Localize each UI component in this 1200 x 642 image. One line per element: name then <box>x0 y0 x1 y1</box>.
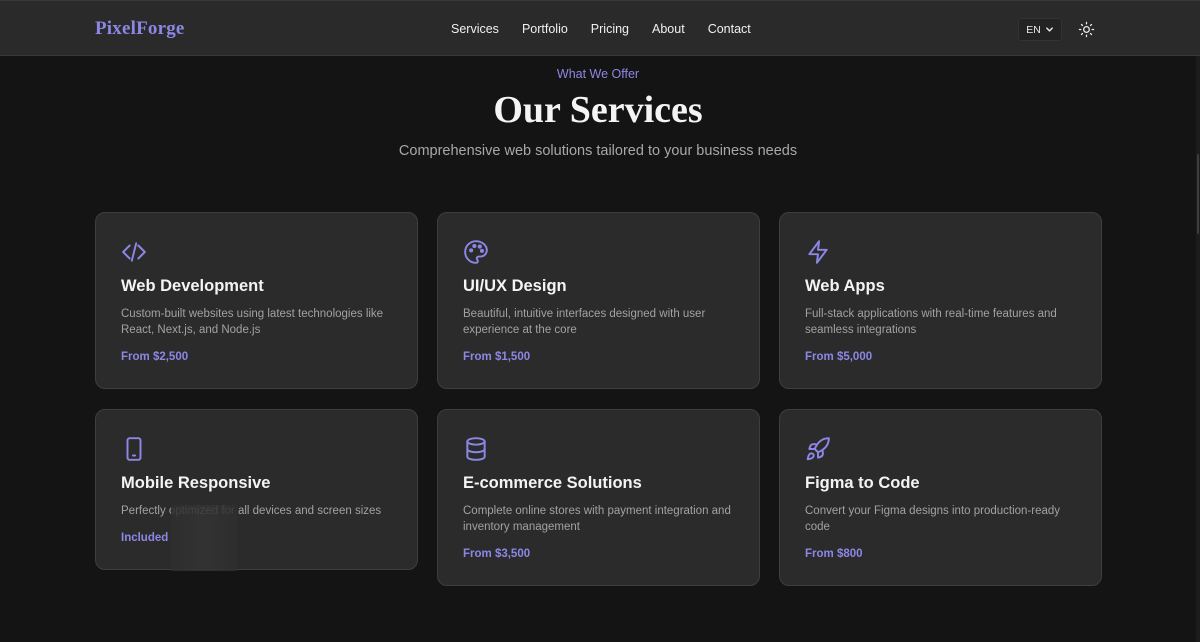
service-price: Included <box>121 532 169 544</box>
service-title: UI/UX Design <box>463 277 567 295</box>
service-price: From $5,000 <box>805 351 873 363</box>
service-title: Web Apps <box>805 277 885 295</box>
page: PixelForge Services Portfolio Pricing Ab… <box>0 0 1200 642</box>
section-subtitle: Comprehensive web solutions tailored to … <box>398 143 798 159</box>
service-price: From $1,500 <box>463 351 531 363</box>
nav-link-services[interactable]: Services <box>451 22 499 36</box>
nav-link-contact[interactable]: Contact <box>708 22 751 36</box>
nav-link-portfolio[interactable]: Portfolio <box>522 22 568 36</box>
service-price: From $800 <box>805 548 863 560</box>
service-card-ui-ux-design[interactable]: UI/UX Design Beautiful, intuitive interf… <box>437 212 760 389</box>
palette-icon <box>464 240 488 264</box>
section-eyebrow: What We Offer <box>556 67 640 81</box>
database-icon <box>466 437 486 461</box>
blur-overlay <box>171 505 237 571</box>
nav-link-about[interactable]: About <box>652 22 685 36</box>
service-description: Custom-built websites using latest techn… <box>121 308 384 336</box>
navbar: PixelForge Services Portfolio Pricing Ab… <box>0 0 1200 56</box>
service-title: E-commerce Solutions <box>463 474 642 492</box>
service-title: Figma to Code <box>805 474 920 492</box>
service-price: From $2,500 <box>121 351 189 363</box>
logo[interactable]: PixelForge <box>95 18 185 40</box>
service-card-figma-to-code[interactable]: Figma to Code Convert your Figma designs… <box>779 409 1102 586</box>
lightning-icon <box>808 240 828 264</box>
service-description: Full-stack applications with real-time f… <box>805 308 1057 336</box>
language-label: EN <box>1026 23 1041 36</box>
nav-link-pricing[interactable]: Pricing <box>591 22 629 36</box>
smartphone-icon <box>126 437 142 461</box>
scrollbar-thumb[interactable] <box>1197 154 1199 234</box>
main-nav: Services Portfolio Pricing About Contact <box>451 22 774 36</box>
page-scrollbar[interactable] <box>1196 56 1200 642</box>
service-card-web-development[interactable]: Web Development Custom-built websites us… <box>95 212 418 389</box>
service-description: Beautiful, intuitive interfaces designed… <box>463 308 706 336</box>
rocket-icon <box>806 437 830 461</box>
service-description: Perfectly optimized for all devices and … <box>121 505 382 517</box>
service-title: Web Development <box>121 277 264 295</box>
service-card-web-apps[interactable]: Web Apps Full-stack applications with re… <box>779 212 1102 389</box>
code-icon <box>122 242 146 262</box>
service-description: Complete online stores with payment inte… <box>463 505 731 533</box>
service-price: From $3,500 <box>463 548 531 560</box>
sun-icon[interactable] <box>1078 21 1095 38</box>
chevron-down-icon <box>1045 27 1053 32</box>
service-card-mobile-responsive[interactable]: Mobile Responsive Perfectly optimized fo… <box>95 409 418 571</box>
service-description: Convert your Figma designs into producti… <box>805 505 1061 533</box>
service-card-e-commerce[interactable]: E-commerce Solutions Complete online sto… <box>437 409 760 586</box>
section-title: Our Services <box>493 89 703 131</box>
service-title: Mobile Responsive <box>121 474 271 492</box>
language-select[interactable]: EN <box>1018 18 1062 41</box>
